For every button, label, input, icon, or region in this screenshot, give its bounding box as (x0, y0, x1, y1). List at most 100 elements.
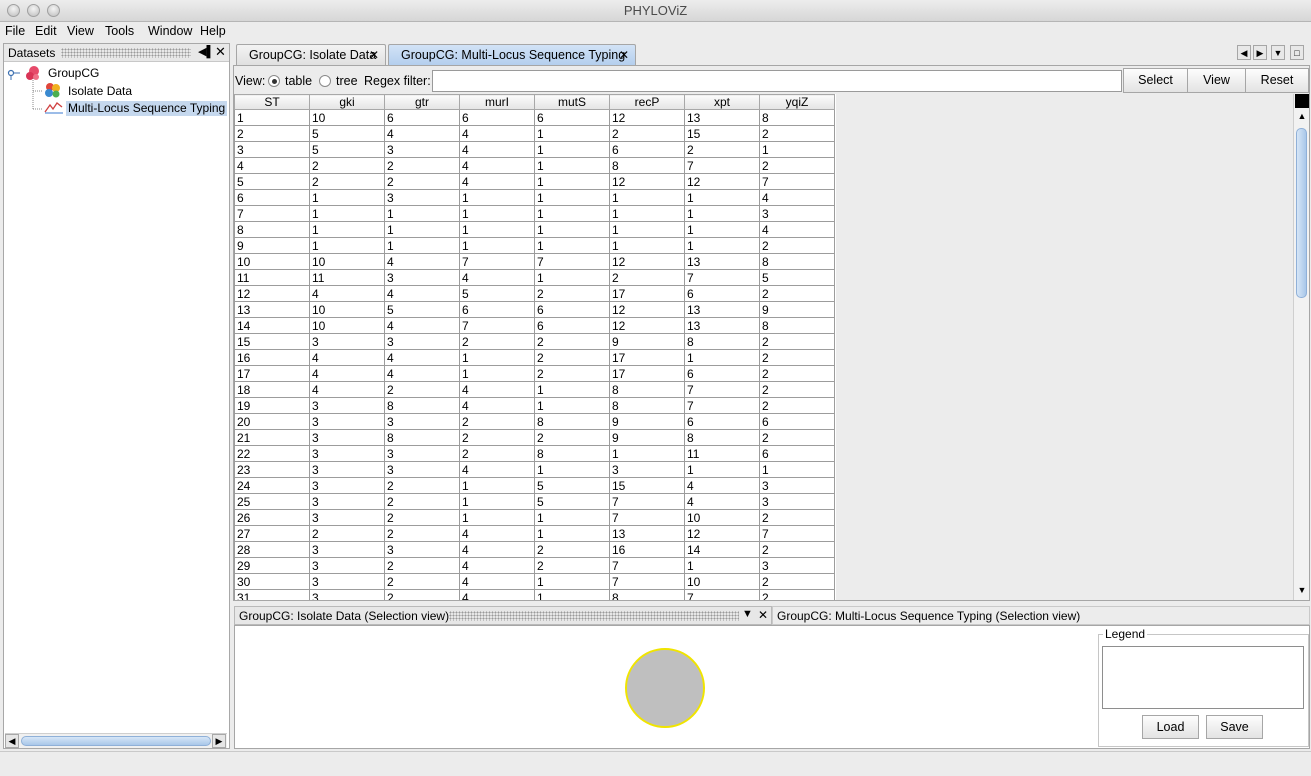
table-cell[interactable]: 5 (459, 285, 535, 302)
table-cell[interactable]: 7 (534, 253, 610, 270)
table-cell[interactable]: 21 (234, 429, 310, 446)
table-cell[interactable]: 29 (234, 557, 310, 574)
table-cell[interactable]: 2 (384, 573, 460, 590)
table-cell[interactable]: 2 (759, 125, 835, 142)
table-cell[interactable]: 5 (309, 141, 385, 158)
tab-mlst-selection-view[interactable]: GroupCG: Multi-Locus Sequence Typing (Se… (772, 606, 1310, 625)
table-cell[interactable]: 13 (684, 317, 760, 334)
table-cell[interactable]: 11 (684, 445, 760, 462)
load-button[interactable]: Load (1142, 715, 1199, 739)
table-vertical-scrollbar[interactable]: ▲ ▼ (1293, 94, 1309, 600)
table-cell[interactable]: 7 (684, 397, 760, 414)
table-cell[interactable]: 2 (534, 285, 610, 302)
table-cell[interactable]: 7 (234, 205, 310, 222)
table-cell[interactable]: 6 (459, 301, 535, 318)
scroll-up-icon[interactable]: ▲ (1295, 109, 1309, 123)
table-cell[interactable]: 8 (759, 109, 835, 126)
table-cell[interactable]: 4 (234, 157, 310, 174)
table-row[interactable]: 18 4 2 4 1 8 7 2 (234, 381, 835, 398)
table-cell[interactable]: 4 (684, 493, 760, 510)
table-cell[interactable]: 8 (534, 413, 610, 430)
table-cell[interactable]: 2 (309, 157, 385, 174)
table-row[interactable]: 81111114 (234, 221, 835, 238)
table-cell[interactable]: 1 (459, 221, 535, 238)
table-cell[interactable]: 1 (684, 557, 760, 574)
table-cell[interactable]: 4 (684, 477, 760, 494)
table-cell[interactable]: 12 (234, 285, 310, 302)
drag-grip[interactable] (449, 611, 739, 621)
table-cell[interactable]: 7 (759, 525, 835, 542)
table-cell[interactable]: 6 (684, 413, 760, 430)
table-cell[interactable]: 18 (234, 381, 310, 398)
close-tab-icon[interactable]: ✕ (369, 48, 379, 62)
table-row[interactable]: 5 2 2 4 1 12 12 7 (234, 173, 835, 190)
table-row[interactable]: 16 4 4 1 2 17 1 2 (234, 349, 835, 366)
table-cell[interactable]: 2 (309, 525, 385, 542)
table-cell[interactable]: 1 (759, 141, 835, 158)
table-cell[interactable]: 1 (684, 189, 760, 206)
table-row[interactable]: 31 3 2 4 1 8 7 2 (234, 589, 835, 600)
table-cell[interactable]: 2 (759, 397, 835, 414)
table-cell[interactable]: 2 (384, 493, 460, 510)
table-cell[interactable]: 5 (759, 269, 835, 286)
radio-tree[interactable] (319, 75, 331, 87)
scroll-thumb[interactable] (21, 736, 211, 746)
menu-window[interactable]: Window (148, 24, 192, 38)
table-row[interactable]: 61311114 (234, 189, 835, 206)
column-header[interactable]: recP (609, 94, 685, 110)
table-row[interactable]: 11 11 3 4 1 2 7 5 (234, 269, 835, 286)
table-cell[interactable]: 27 (234, 525, 310, 542)
table-cell[interactable]: 15 (234, 333, 310, 350)
table-row[interactable]: 30 3 2 4 1 7 10 2 (234, 573, 835, 590)
table-cell[interactable]: 8 (684, 429, 760, 446)
table-cell[interactable]: 5 (534, 477, 610, 494)
table-cell[interactable]: 7 (459, 253, 535, 270)
table-cell[interactable]: 2 (459, 333, 535, 350)
close-panel-icon[interactable]: ✕ (215, 44, 226, 60)
table-cell[interactable]: 10 (684, 509, 760, 526)
scroll-left-icon[interactable]: ◀ (5, 734, 19, 748)
close-tab-icon[interactable]: ✕ (619, 48, 629, 62)
table-cell[interactable]: 6 (759, 445, 835, 462)
table-cell[interactable]: 2 (309, 173, 385, 190)
table-cell[interactable]: 6 (534, 317, 610, 334)
table-row[interactable]: 25 3 2 1 5 7 4 3 (234, 493, 835, 510)
table-cell[interactable]: 4 (459, 141, 535, 158)
table-cell[interactable]: 2 (684, 141, 760, 158)
table-cell[interactable]: 8 (384, 429, 460, 446)
table-cell[interactable]: 2 (534, 333, 610, 350)
table-cell[interactable]: 6 (684, 285, 760, 302)
table-cell[interactable]: 10 (309, 109, 385, 126)
radio-table-label[interactable]: table (285, 74, 312, 88)
table-cell[interactable]: 4 (459, 381, 535, 398)
table-cell[interactable]: 13 (684, 109, 760, 126)
menu-view[interactable]: View (67, 24, 94, 38)
table-row[interactable]: 19 3 8 4 1 8 7 2 (234, 397, 835, 414)
table-cell[interactable]: 22 (234, 445, 310, 462)
table-cell[interactable]: 3 (384, 269, 460, 286)
table-cell[interactable]: 12 (609, 173, 685, 190)
tab-scroll-right-icon[interactable]: ▶ (1253, 45, 1267, 60)
table-cell[interactable]: 1 (309, 189, 385, 206)
tree-item-isolate-data[interactable]: Isolate Data (68, 84, 132, 98)
table-row[interactable]: 91111112 (234, 237, 835, 254)
table-cell[interactable]: 3 (309, 589, 385, 600)
table-cell[interactable]: 1 (534, 205, 610, 222)
graph-node[interactable] (625, 648, 705, 728)
table-cell[interactable]: 9 (609, 413, 685, 430)
table-cell[interactable]: 2 (534, 429, 610, 446)
table-cell[interactable]: 3 (759, 477, 835, 494)
table-cell[interactable]: 4 (384, 253, 460, 270)
table-cell[interactable]: 2 (384, 557, 460, 574)
maximize-icon[interactable]: □ (1290, 45, 1304, 60)
table-cell[interactable]: 2 (759, 333, 835, 350)
table-cell[interactable]: 11 (234, 269, 310, 286)
table-cell[interactable]: 1 (534, 237, 610, 254)
table-cell[interactable]: 3 (309, 509, 385, 526)
table-cell[interactable]: 1 (609, 237, 685, 254)
table-cell[interactable]: 5 (234, 173, 310, 190)
table-cell[interactable]: 12 (609, 253, 685, 270)
radio-tree-label[interactable]: tree (336, 74, 358, 88)
table-cell[interactable]: 6 (534, 301, 610, 318)
table-cell[interactable]: 12 (609, 109, 685, 126)
